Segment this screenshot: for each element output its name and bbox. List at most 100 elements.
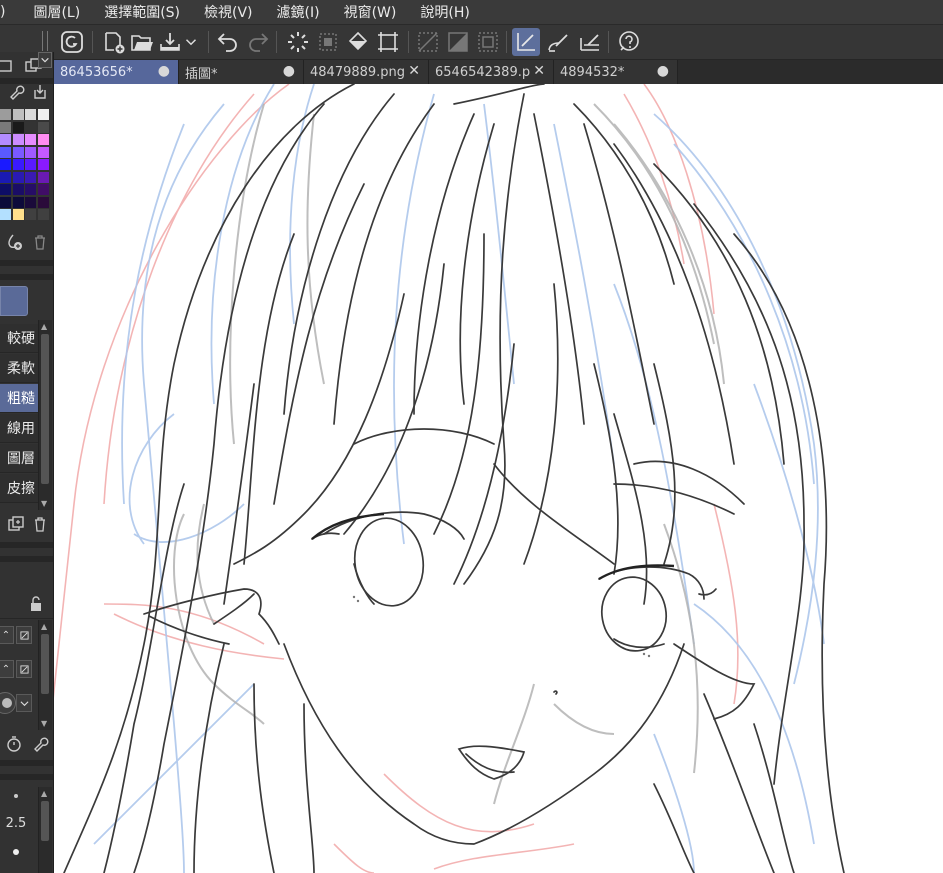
color-swatch[interactable] bbox=[37, 146, 49, 158]
color-swatch[interactable] bbox=[37, 134, 49, 145]
color-swatch[interactable] bbox=[25, 196, 36, 208]
color-swatch[interactable] bbox=[0, 146, 11, 158]
color-swatch[interactable] bbox=[12, 146, 24, 158]
import-palette-icon[interactable] bbox=[30, 82, 50, 102]
snap-to-grid-icon[interactable] bbox=[576, 28, 604, 56]
ruler-grid-icon[interactable] bbox=[414, 28, 442, 56]
undo-icon[interactable] bbox=[214, 28, 242, 56]
color-swatch[interactable] bbox=[25, 159, 36, 170]
delete-brush-icon[interactable] bbox=[30, 514, 50, 534]
size-stepper[interactable]: ⌃ bbox=[0, 626, 14, 644]
color-swatch[interactable] bbox=[25, 134, 36, 145]
brush-size-value[interactable]: 2.5 bbox=[0, 816, 32, 831]
color-swatch[interactable] bbox=[25, 171, 36, 183]
color-swatch[interactable] bbox=[0, 184, 11, 195]
unsaved-dot-icon[interactable]: ● bbox=[657, 63, 669, 79]
color-swatch[interactable] bbox=[0, 134, 11, 145]
brush-size-scrollbar[interactable]: ▲ bbox=[38, 787, 52, 873]
opacity-pressure-toggle[interactable] bbox=[16, 660, 32, 678]
delete-color-icon[interactable] bbox=[30, 232, 50, 252]
panel-tab-icon[interactable] bbox=[0, 56, 16, 76]
redo-icon[interactable] bbox=[244, 28, 272, 56]
color-swatch[interactable] bbox=[37, 159, 49, 170]
clear-selection-icon[interactable] bbox=[284, 28, 312, 56]
brush-item-eraser[interactable]: 皮擦 bbox=[0, 474, 38, 503]
color-swatch[interactable] bbox=[37, 184, 49, 195]
close-icon[interactable]: ✕ bbox=[408, 63, 420, 79]
new-document-icon[interactable] bbox=[100, 28, 128, 56]
time-icon[interactable] bbox=[4, 734, 24, 754]
menu-item-help[interactable]: 說明(H) bbox=[408, 2, 481, 22]
open-folder-icon[interactable] bbox=[128, 28, 156, 56]
panel-menu-icon[interactable] bbox=[38, 52, 52, 68]
tab-doc-5[interactable]: 4894532* ● bbox=[554, 60, 678, 84]
transform-selection-icon[interactable] bbox=[314, 28, 342, 56]
color-swatch[interactable] bbox=[25, 209, 36, 220]
drawing-canvas[interactable] bbox=[54, 84, 943, 873]
size-pressure-toggle[interactable] bbox=[16, 626, 32, 644]
menu-item-layer[interactable]: 圖層(L) bbox=[21, 2, 92, 22]
crop-icon[interactable] bbox=[374, 28, 402, 56]
color-swatch[interactable] bbox=[12, 134, 24, 145]
menu-item-partial[interactable]: ) bbox=[0, 4, 21, 20]
brush-tip-preview[interactable] bbox=[0, 692, 16, 714]
color-swatch[interactable] bbox=[12, 184, 24, 195]
brush-list-scrollbar[interactable]: ▲ ▼ bbox=[38, 320, 52, 510]
color-swatch[interactable] bbox=[0, 159, 11, 170]
brush-preview[interactable] bbox=[0, 286, 28, 316]
menu-item-selection[interactable]: 選擇範圍(S) bbox=[92, 2, 192, 22]
brush-item-rough[interactable]: 粗糙 bbox=[0, 384, 38, 413]
frame-icon[interactable] bbox=[474, 28, 502, 56]
lock-icon[interactable] bbox=[26, 594, 46, 614]
menu-item-filter[interactable]: 濾鏡(I) bbox=[265, 2, 332, 22]
color-swatch[interactable] bbox=[0, 171, 11, 183]
duplicate-brush-icon[interactable] bbox=[6, 514, 26, 534]
color-swatch[interactable] bbox=[12, 209, 24, 220]
tool-property-scrollbar[interactable]: ▲ ▼ bbox=[38, 620, 52, 730]
snap-to-ruler-icon[interactable] bbox=[512, 28, 540, 56]
color-swatch[interactable] bbox=[25, 184, 36, 195]
snap-to-special-ruler-icon[interactable] bbox=[544, 28, 572, 56]
unsaved-dot-icon[interactable]: ● bbox=[283, 63, 295, 79]
unsaved-dot-icon[interactable]: ● bbox=[158, 63, 170, 79]
brush-item-layer[interactable]: 圖層 bbox=[0, 444, 38, 473]
color-swatch[interactable] bbox=[25, 146, 36, 158]
color-swatch[interactable] bbox=[12, 109, 24, 120]
wrench-icon[interactable] bbox=[6, 82, 26, 102]
fill-icon[interactable] bbox=[344, 28, 372, 56]
color-swatch[interactable] bbox=[37, 121, 49, 133]
tab-doc-4[interactable]: 6546542389.p ✕ bbox=[429, 60, 554, 84]
color-swatch[interactable] bbox=[25, 121, 36, 133]
close-icon[interactable]: ✕ bbox=[533, 63, 545, 79]
color-swatch[interactable] bbox=[12, 196, 24, 208]
perspective-icon[interactable] bbox=[444, 28, 472, 56]
export-icon[interactable] bbox=[156, 28, 184, 56]
toolbar-grip[interactable] bbox=[42, 31, 48, 51]
color-swatch[interactable] bbox=[37, 109, 49, 120]
color-swatch[interactable] bbox=[0, 109, 11, 120]
brush-size-dot-small[interactable] bbox=[14, 794, 18, 798]
tab-doc-1[interactable]: 86453656* ● bbox=[54, 60, 179, 84]
color-swatch[interactable] bbox=[37, 196, 49, 208]
brush-item-soft[interactable]: 柔軟 bbox=[0, 354, 38, 383]
brush-tip-dropdown[interactable] bbox=[16, 694, 32, 712]
export-dropdown-icon[interactable] bbox=[182, 28, 200, 56]
menu-item-view[interactable]: 檢視(V) bbox=[192, 2, 265, 22]
menu-item-window[interactable]: 視窗(W) bbox=[332, 2, 409, 22]
color-swatch[interactable] bbox=[0, 121, 11, 133]
opacity-stepper[interactable]: ⌃ bbox=[0, 660, 14, 678]
color-swatch[interactable] bbox=[0, 209, 11, 220]
color-swatch[interactable] bbox=[12, 159, 24, 170]
color-swatch[interactable] bbox=[12, 121, 24, 133]
color-swatch[interactable] bbox=[25, 109, 36, 120]
add-color-icon[interactable] bbox=[4, 232, 24, 252]
brush-size-dot-medium[interactable] bbox=[13, 849, 19, 855]
app-logo-icon[interactable] bbox=[58, 28, 86, 56]
help-icon[interactable] bbox=[614, 28, 642, 56]
color-swatch[interactable] bbox=[37, 209, 49, 220]
tab-doc-2[interactable]: 插圖* ● bbox=[179, 60, 304, 84]
color-swatch[interactable] bbox=[12, 171, 24, 183]
brush-item-harder[interactable]: 較硬 bbox=[0, 324, 38, 353]
color-swatch[interactable] bbox=[0, 196, 11, 208]
tool-settings-wrench-icon[interactable] bbox=[30, 734, 50, 754]
